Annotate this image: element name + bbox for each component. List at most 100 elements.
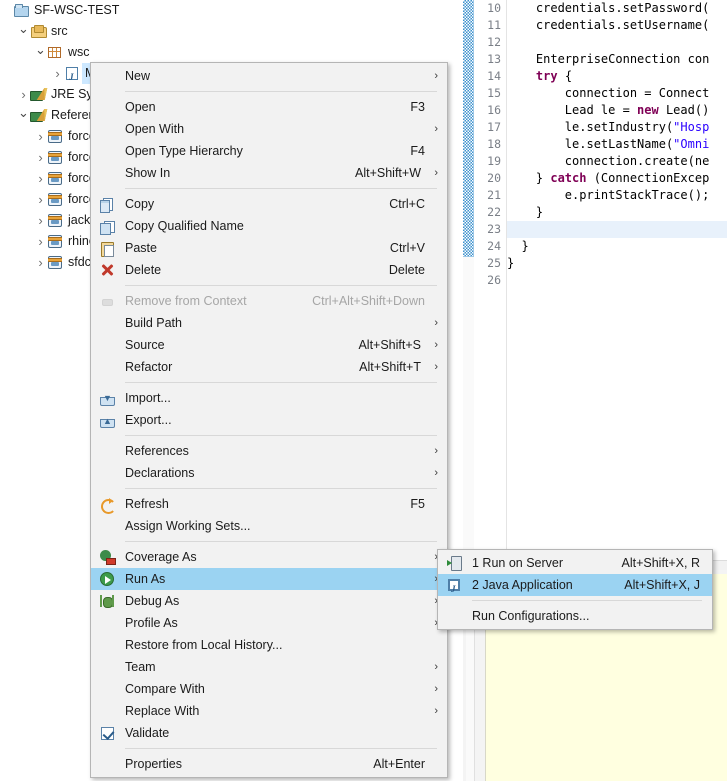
menu-item-shortcut: Alt+Enter xyxy=(373,757,425,771)
package-icon xyxy=(47,42,65,63)
editor-line-number-gutter: 10 11 12 13 14 15 16 17 18 19 20 21 22 23 24 25 26 xyxy=(474,0,507,560)
menu-item[interactable]: Refactor Alt+Shift+T › xyxy=(91,356,447,378)
menu-item[interactable]: Run Configurations... xyxy=(438,605,712,627)
expand-arrow-icon[interactable]: › xyxy=(34,252,47,273)
menu-separator xyxy=(125,541,437,542)
menu-item[interactable]: Delete Delete xyxy=(91,259,447,281)
jar-icon xyxy=(47,231,65,252)
code-line[interactable]: } xyxy=(507,255,727,272)
expand-arrow-icon[interactable]: › xyxy=(34,231,47,252)
submenu-arrow-icon: › xyxy=(434,339,438,351)
menu-item-shortcut: Alt+Shift+X, J xyxy=(624,578,700,592)
run-as-submenu[interactable]: 1 Run on Server Alt+Shift+X, R 2 Java Appl… xyxy=(437,549,713,630)
menu-item[interactable]: Source Alt+Shift+S › xyxy=(91,334,447,356)
menu-item[interactable]: Assign Working Sets... xyxy=(91,515,447,537)
menu-separator xyxy=(125,91,437,92)
code-line[interactable]: connection = Connect xyxy=(507,85,727,102)
remove-context-icon xyxy=(97,290,119,312)
menu-item[interactable]: Coverage As› xyxy=(91,546,447,568)
menu-item[interactable]: Build Path › xyxy=(91,312,447,334)
code-line[interactable]: credentials.setUsername( xyxy=(507,17,727,34)
paste-icon xyxy=(97,237,119,259)
menu-item[interactable]: Compare With › xyxy=(91,678,447,700)
editor-code-area[interactable]: credentials.setPassword( credentials.set… xyxy=(507,0,727,560)
collapse-arrow-icon[interactable]: ⌄ xyxy=(17,21,30,37)
expand-arrow-icon[interactable]: › xyxy=(51,63,64,84)
expand-arrow-icon[interactable]: › xyxy=(34,189,47,210)
menu-separator xyxy=(125,435,437,436)
menu-item-label: Paste xyxy=(125,241,157,255)
tree-item-label: src xyxy=(51,24,68,38)
project-icon xyxy=(13,0,31,21)
menu-item[interactable]: Paste Ctrl+V xyxy=(91,237,447,259)
menu-item[interactable]: 1 Run on Server Alt+Shift+X, R xyxy=(438,552,712,574)
expand-arrow-icon[interactable]: › xyxy=(34,126,47,147)
submenu-arrow-icon: › xyxy=(434,361,438,373)
code-line[interactable]: le.setLastName("Omni xyxy=(507,136,727,153)
menu-item-label: Declarations xyxy=(125,466,195,480)
line-number: 24 xyxy=(487,239,501,253)
line-number: 20 xyxy=(487,171,501,185)
expand-arrow-icon[interactable]: › xyxy=(34,147,47,168)
menu-item[interactable]: Debug As› xyxy=(91,590,447,612)
menu-item[interactable]: Run As› xyxy=(91,568,447,590)
menu-separator xyxy=(125,382,437,383)
menu-item[interactable]: Properties Alt+Enter xyxy=(91,753,447,775)
menu-item[interactable]: Replace With › xyxy=(91,700,447,722)
menu-item[interactable]: Open Type Hierarchy F4 xyxy=(91,140,447,162)
code-line[interactable] xyxy=(507,221,727,238)
code-line[interactable]: Lead le = new Lead() xyxy=(507,102,727,119)
menu-item[interactable]: Copy Qualified Name xyxy=(91,215,447,237)
code-line[interactable]: connection.create(ne xyxy=(507,153,727,170)
code-line[interactable]: le.setIndustry("Hosp xyxy=(507,119,727,136)
menu-item-label: Copy Qualified Name xyxy=(125,219,244,233)
tree-item-label: wsc xyxy=(68,45,90,59)
menu-item[interactable]: Import... xyxy=(91,387,447,409)
menu-separator xyxy=(125,188,437,189)
context-menu[interactable]: New › Open F3 Open With › Open Type Hierarchy F… xyxy=(90,62,448,778)
menu-item-label: Team xyxy=(125,660,156,674)
menu-item[interactable]: Restore from Local History... xyxy=(91,634,447,656)
expand-arrow-icon[interactable]: › xyxy=(34,210,47,231)
menu-item[interactable]: Copy Ctrl+C xyxy=(91,193,447,215)
menu-item-shortcut: Ctrl+Alt+Shift+Down xyxy=(312,294,425,308)
code-line[interactable]: } xyxy=(507,204,727,221)
menu-item-label: Properties xyxy=(125,757,182,771)
menu-item[interactable]: References › xyxy=(91,440,447,462)
library-icon xyxy=(30,105,48,126)
editor-annotation-ruler[interactable] xyxy=(463,0,474,257)
menu-item[interactable]: Open F3 xyxy=(91,96,447,118)
menu-item[interactable]: Team › xyxy=(91,656,447,678)
expand-arrow-icon[interactable]: › xyxy=(34,168,47,189)
menu-item-label: 2 Java Application xyxy=(472,578,573,592)
code-line[interactable]: } catch (ConnectionExcep xyxy=(507,170,727,187)
menu-item[interactable]: Open With › xyxy=(91,118,447,140)
code-line[interactable] xyxy=(507,34,727,51)
menu-item[interactable]: Validate xyxy=(91,722,447,744)
menu-item[interactable]: Export... xyxy=(91,409,447,432)
code-line[interactable]: EnterpriseConnection con xyxy=(507,51,727,68)
menu-item[interactable]: Declarations › xyxy=(91,462,447,484)
code-line[interactable] xyxy=(507,272,727,289)
code-line[interactable]: } xyxy=(507,238,727,255)
menu-item[interactable]: Profile As› xyxy=(91,612,447,634)
jar-icon xyxy=(47,168,65,189)
tree-item[interactable]: ⌄ wsc xyxy=(0,42,463,63)
menu-item[interactable]: Refresh F5 xyxy=(91,493,447,515)
menu-item-shortcut: Alt+Shift+S xyxy=(358,338,421,352)
line-number: 19 xyxy=(487,154,501,168)
menu-item[interactable]: Show In Alt+Shift+W › xyxy=(91,162,447,184)
menu-item[interactable]: New › xyxy=(91,65,447,87)
code-line[interactable]: e.printStackTrace(); xyxy=(507,187,727,204)
code-line[interactable]: credentials.setPassword( xyxy=(507,0,727,17)
expand-arrow-icon[interactable]: › xyxy=(17,84,30,105)
menu-item-shortcut: Delete xyxy=(388,263,425,277)
code-line[interactable]: try { xyxy=(507,68,727,85)
collapse-arrow-icon[interactable]: ⌄ xyxy=(17,105,30,121)
menu-item[interactable]: 2 Java Application Alt+Shift+X, J xyxy=(438,574,712,600)
tree-item[interactable]: SF-WSC-TEST xyxy=(0,0,463,21)
export-icon xyxy=(97,409,119,432)
tree-item[interactable]: ⌄ src xyxy=(0,21,463,42)
collapse-arrow-icon[interactable]: ⌄ xyxy=(34,42,47,58)
source-folder-icon xyxy=(30,21,48,42)
